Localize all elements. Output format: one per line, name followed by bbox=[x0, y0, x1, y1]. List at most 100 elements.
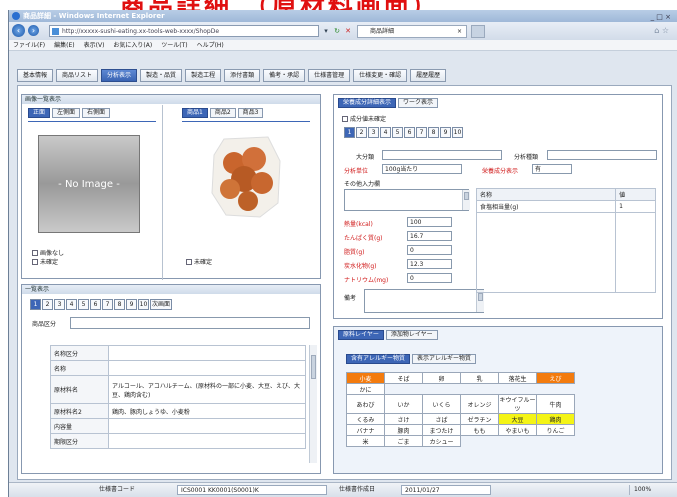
close-tab-icon[interactable]: × bbox=[457, 26, 462, 38]
tab-manufacture-quality[interactable]: 製造・品質 bbox=[140, 69, 183, 82]
zoom-level[interactable]: 100% bbox=[629, 485, 669, 495]
allergen-cell[interactable]: 牛肉 bbox=[536, 394, 575, 414]
new-tab-button[interactable] bbox=[471, 25, 485, 38]
nutr-input-fat[interactable]: 0 bbox=[407, 245, 452, 255]
analysis-type-input[interactable] bbox=[547, 150, 657, 160]
stop-icon[interactable]: ✕ bbox=[343, 25, 353, 37]
page-4[interactable]: 4 bbox=[66, 299, 77, 310]
unconfirmed-checkbox[interactable]: 未確定 bbox=[32, 257, 58, 266]
page-8[interactable]: 8 bbox=[114, 299, 125, 310]
no-image-checkbox[interactable]: 画像なし bbox=[32, 248, 64, 257]
tab-right-side[interactable]: 右側面 bbox=[82, 108, 111, 118]
page-5[interactable]: 5 bbox=[392, 127, 403, 138]
menu-favorites[interactable]: お気に入り(A) bbox=[113, 42, 152, 49]
allergen-cell[interactable]: いか bbox=[384, 394, 423, 414]
page-9[interactable]: 9 bbox=[440, 127, 451, 138]
product-unconfirmed-checkbox[interactable]: 未確定 bbox=[186, 257, 212, 266]
menu-edit[interactable]: 編集(E) bbox=[54, 42, 74, 49]
allergen-cell[interactable]: さけ bbox=[384, 413, 423, 425]
tab-attachments[interactable]: 添付書類 bbox=[224, 69, 261, 82]
page-3[interactable]: 3 bbox=[54, 299, 65, 310]
checkbox-icon[interactable] bbox=[342, 116, 348, 122]
tab-additive-layer[interactable]: 添加物レイヤー bbox=[385, 330, 438, 340]
page-6[interactable]: 6 bbox=[404, 127, 415, 138]
allergen-cell[interactable]: 乳 bbox=[460, 372, 499, 384]
tab-raw-material-layer[interactable]: 原料レイヤー bbox=[338, 330, 384, 340]
menu-help[interactable]: ヘルプ(H) bbox=[197, 42, 224, 49]
page-1[interactable]: 1 bbox=[30, 299, 41, 310]
tab-notes-approval[interactable]: 備考・承認 bbox=[263, 69, 306, 82]
scroll-thumb[interactable] bbox=[464, 192, 469, 200]
tab-nutrition-detail[interactable]: 栄養成分詳細表示 bbox=[338, 98, 397, 108]
allergen-cell[interactable]: えび bbox=[536, 372, 575, 384]
allergen-cell[interactable]: キウイフルーツ bbox=[498, 394, 537, 414]
allergen-cell[interactable]: まつたけ bbox=[422, 424, 461, 436]
tab-product-3[interactable]: 商品3 bbox=[237, 108, 264, 118]
table-scrollbar[interactable] bbox=[309, 345, 317, 463]
tab-product-list[interactable]: 商品リスト bbox=[56, 69, 99, 82]
page-4[interactable]: 4 bbox=[380, 127, 391, 138]
tab-manufacture-process[interactable]: 製造工程 bbox=[185, 69, 222, 82]
tab-product-1[interactable]: 商品1 bbox=[182, 108, 208, 118]
page-6[interactable]: 6 bbox=[90, 299, 101, 310]
page-1[interactable]: 1 bbox=[344, 127, 355, 138]
tab-product-2[interactable]: 商品2 bbox=[209, 108, 236, 118]
home-icon[interactable]: ⌂ ☆ bbox=[654, 26, 669, 35]
scroll-thumb[interactable] bbox=[478, 293, 483, 301]
refresh-icon[interactable]: ↻ bbox=[332, 25, 342, 37]
nutr-input-sodium[interactable]: 0 bbox=[407, 273, 452, 283]
allergen-cell[interactable]: かに bbox=[346, 383, 385, 395]
tab-spec-change[interactable]: 仕様変更・確認 bbox=[353, 69, 408, 82]
tab-front[interactable]: 正面 bbox=[28, 108, 51, 118]
dropdown-icon[interactable]: ▾ bbox=[321, 25, 331, 37]
address-bar[interactable]: http://xxxxx-sushi-eating.xx-tools-web-x… bbox=[49, 25, 319, 37]
nutr-input-protein[interactable]: 16.7 bbox=[407, 231, 452, 241]
page-10[interactable]: 10 bbox=[452, 127, 463, 138]
forward-arrow-icon[interactable]: › bbox=[28, 25, 39, 36]
allergen-cell[interactable]: 小麦 bbox=[346, 372, 385, 384]
allergen-cell[interactable]: 卵 bbox=[422, 372, 461, 384]
checkbox-icon[interactable] bbox=[32, 259, 38, 265]
component-unconfirmed-checkbox[interactable]: 成分値未確定 bbox=[342, 114, 386, 123]
next-page-button[interactable]: 次画面 bbox=[150, 299, 172, 310]
analysis-unit-input[interactable]: 100g当たり bbox=[382, 164, 462, 174]
allergen-cell[interactable]: いくら bbox=[422, 394, 461, 414]
allergen-cell[interactable]: やまいも bbox=[498, 424, 537, 436]
page-10[interactable]: 10 bbox=[138, 299, 149, 310]
scroll-thumb[interactable] bbox=[311, 355, 316, 379]
major-category-input[interactable] bbox=[382, 150, 502, 160]
nutr-input-carb[interactable]: 12.3 bbox=[407, 259, 452, 269]
menu-tools[interactable]: ツール(T) bbox=[161, 42, 187, 49]
tab-work-view[interactable]: ワーク表示 bbox=[398, 98, 439, 108]
allergen-cell[interactable]: そば bbox=[384, 372, 423, 384]
allergen-cell[interactable]: 落花生 bbox=[498, 372, 537, 384]
tab-left-side[interactable]: 左側面 bbox=[52, 108, 81, 118]
allergen-cell[interactable]: バナナ bbox=[346, 424, 385, 436]
allergen-cell[interactable]: ゼラチン bbox=[460, 413, 499, 425]
allergen-cell[interactable]: さば bbox=[422, 413, 461, 425]
allergen-cell[interactable]: ごま bbox=[384, 435, 423, 447]
page-7[interactable]: 7 bbox=[416, 127, 427, 138]
other-input-field[interactable] bbox=[344, 189, 469, 211]
allergen-cell[interactable]: カシュー bbox=[422, 435, 461, 447]
allergen-cell[interactable]: 鶏肉 bbox=[536, 413, 575, 425]
allergen-cell[interactable]: 米 bbox=[346, 435, 385, 447]
allergen-cell[interactable]: 豚肉 bbox=[384, 424, 423, 436]
allergen-cell[interactable]: 大豆 bbox=[498, 413, 537, 425]
note-scrollbar[interactable] bbox=[476, 290, 484, 312]
checkbox-icon[interactable] bbox=[32, 250, 38, 256]
other-input-scrollbar[interactable] bbox=[462, 190, 470, 210]
page-3[interactable]: 3 bbox=[368, 127, 379, 138]
tab-contained-allergens[interactable]: 含有アレルギー物質 bbox=[346, 354, 411, 364]
page-2[interactable]: 2 bbox=[356, 127, 367, 138]
page-5[interactable]: 5 bbox=[78, 299, 89, 310]
allergen-cell[interactable]: オレンジ bbox=[460, 394, 499, 414]
allergen-cell[interactable]: くるみ bbox=[346, 413, 385, 425]
tab-displayed-allergens[interactable]: 表示アレルギー物質 bbox=[412, 354, 477, 364]
menu-view[interactable]: 表示(V) bbox=[84, 42, 105, 49]
checkbox-icon[interactable] bbox=[186, 259, 192, 265]
page-9[interactable]: 9 bbox=[126, 299, 137, 310]
allergen-cell[interactable]: あわび bbox=[346, 394, 385, 414]
tab-basic-info[interactable]: 基本情報 bbox=[17, 69, 54, 82]
product-category-input[interactable] bbox=[70, 317, 310, 329]
